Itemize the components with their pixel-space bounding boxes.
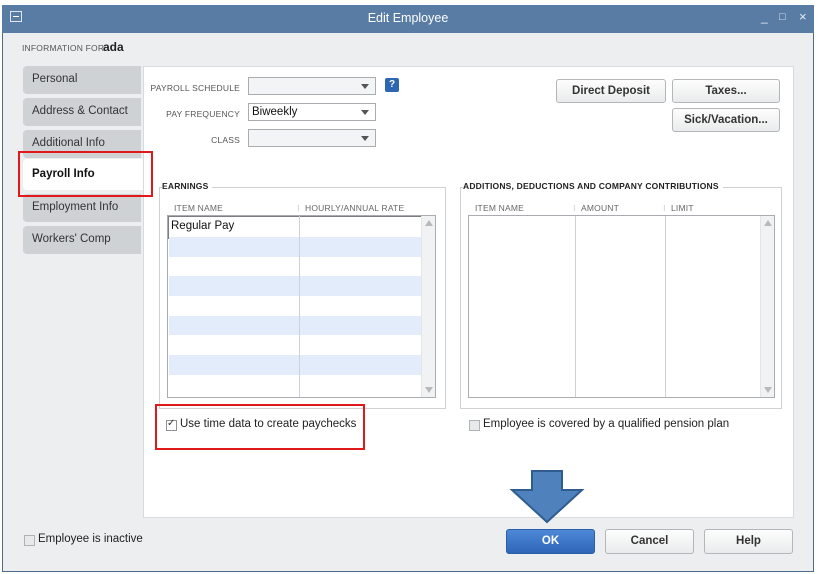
tab-workers-comp[interactable]: Workers' Comp [23, 226, 141, 254]
column-divider-grip: ⁝ [663, 203, 666, 213]
payroll-schedule-dropdown[interactable] [248, 77, 376, 95]
table-row[interactable] [169, 276, 422, 297]
information-for-label: INFORMATION FOR [22, 43, 105, 53]
table-row[interactable] [169, 355, 422, 375]
column-divider [575, 216, 576, 397]
direct-deposit-button[interactable]: Direct Deposit [556, 79, 666, 103]
earnings-scrollbar[interactable] [421, 216, 435, 397]
window-title: Edit Employee [367, 11, 449, 25]
column-divider-grip: ⁝ [297, 203, 300, 213]
chevron-down-icon [361, 84, 369, 89]
table-row[interactable] [169, 257, 422, 277]
table-row[interactable] [169, 375, 422, 395]
sick-vacation-button[interactable]: Sick/Vacation... [672, 108, 780, 132]
highlight-box-payroll-tab [18, 151, 153, 197]
maximize-button[interactable]: □ [779, 11, 786, 23]
tab-personal[interactable]: Personal [23, 66, 141, 94]
tab-employment-info[interactable]: Employment Info [23, 194, 141, 222]
chevron-down-icon [361, 110, 369, 115]
close-button[interactable]: × [799, 9, 807, 24]
additions-title: ADDITIONS, DEDUCTIONS AND COMPANY CONTRI… [463, 181, 723, 191]
earnings-item-name[interactable]: Regular Pay [171, 220, 234, 232]
column-divider [665, 216, 666, 397]
column-divider-grip: ⁝ [573, 203, 576, 213]
column-header-item-name[interactable]: ITEM NAME [475, 203, 524, 213]
column-divider [299, 216, 300, 397]
earnings-table[interactable]: Regular Pay [167, 215, 436, 398]
tab-label: Additional Info [32, 137, 105, 149]
dropdown-value: Biweekly [252, 106, 298, 118]
column-header-item-name[interactable]: ITEM NAME [174, 203, 223, 213]
employee-inactive-checkbox[interactable] [24, 535, 35, 546]
table-row[interactable] [169, 315, 422, 336]
column-header-amount[interactable]: AMOUNT [581, 203, 619, 213]
additions-table[interactable] [468, 215, 775, 398]
tab-label: Address & Contact [32, 105, 128, 117]
tab-address-contact[interactable]: Address & Contact [23, 98, 141, 126]
employee-name: ada [103, 40, 124, 54]
table-row[interactable] [169, 296, 422, 316]
column-header-limit[interactable]: LIMIT [671, 203, 694, 213]
table-row[interactable] [169, 237, 422, 257]
scroll-down-icon[interactable] [425, 387, 433, 393]
down-arrow-icon [509, 470, 585, 524]
scroll-down-icon[interactable] [764, 387, 772, 393]
pension-plan-checkbox[interactable] [469, 420, 480, 431]
tab-label: Workers' Comp [32, 233, 111, 245]
column-header-hourly-rate[interactable]: HOURLY/ANNUAL RATE [305, 203, 404, 213]
cancel-button[interactable]: Cancel [605, 529, 694, 554]
additions-scrollbar[interactable] [760, 216, 774, 397]
table-row[interactable]: Regular Pay [168, 216, 424, 239]
scroll-up-icon[interactable] [425, 220, 433, 226]
taxes-button[interactable]: Taxes... [672, 79, 780, 103]
ok-button[interactable]: OK [506, 529, 595, 554]
help-button[interactable]: Help [704, 529, 793, 554]
pay-frequency-dropdown[interactable]: Biweekly [248, 103, 376, 121]
highlight-box-time-data [155, 404, 365, 450]
pension-plan-label[interactable]: Employee is covered by a qualified pensi… [483, 418, 729, 430]
table-row[interactable] [169, 336, 422, 356]
employee-inactive-label[interactable]: Employee is inactive [38, 533, 143, 545]
class-label: CLASS [211, 135, 240, 145]
tab-label: Personal [32, 73, 78, 85]
minimize-button[interactable]: _ [761, 10, 768, 24]
pay-frequency-label: PAY FREQUENCY [166, 109, 240, 119]
tab-label: Employment Info [32, 201, 119, 213]
title-bar[interactable]: Edit Employee _ □ × [2, 5, 814, 33]
chevron-down-icon [361, 136, 369, 141]
earnings-title: EARNINGS [162, 181, 213, 191]
help-icon[interactable]: ? [385, 78, 399, 92]
class-dropdown[interactable] [248, 129, 376, 147]
scroll-up-icon[interactable] [764, 220, 772, 226]
payroll-schedule-label: PAYROLL SCHEDULE [150, 83, 240, 93]
